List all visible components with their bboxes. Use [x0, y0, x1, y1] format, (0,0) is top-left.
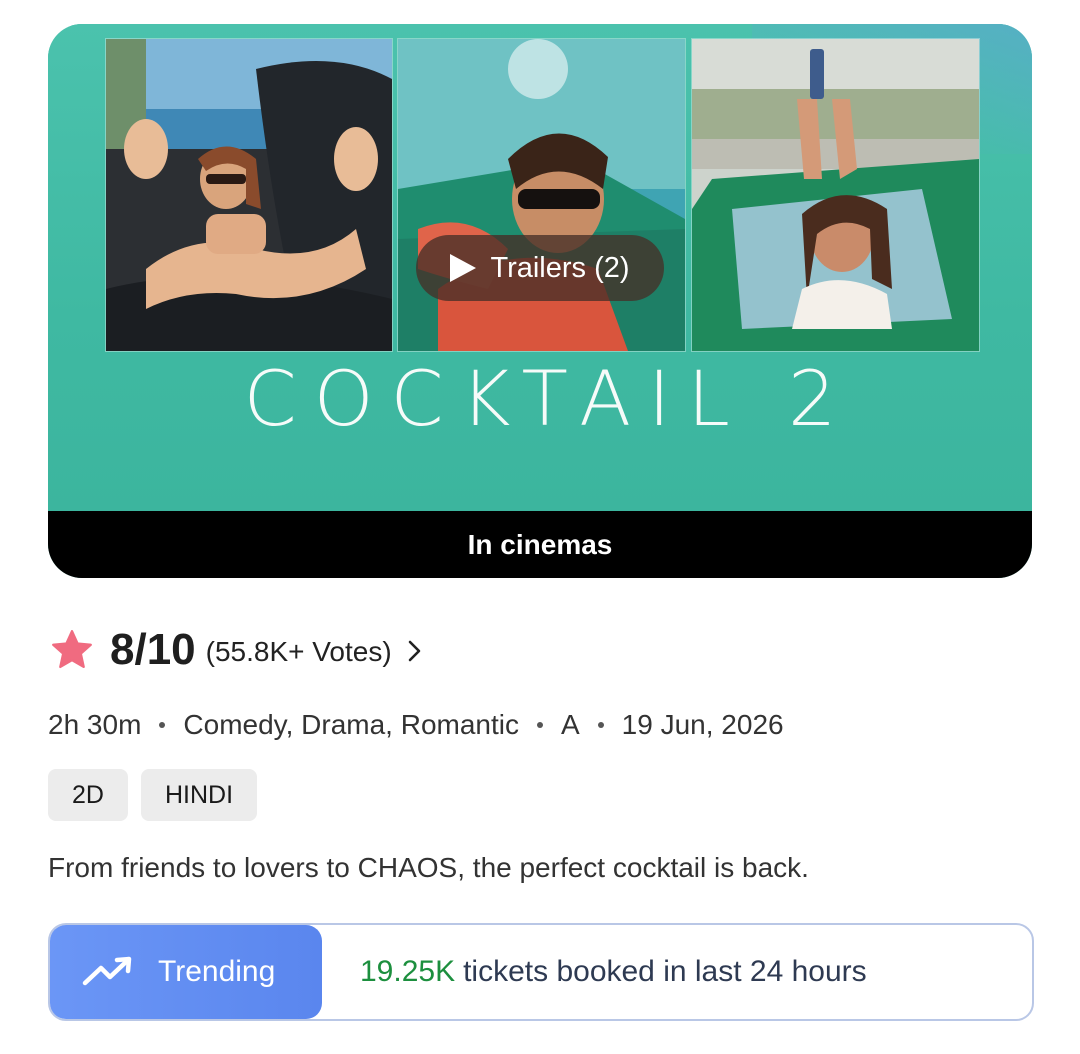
trailers-label: Trailers (2)	[490, 251, 630, 284]
trending-banner: Trending 19.25K tickets booked in last 2…	[48, 923, 1034, 1021]
rating-row[interactable]: 8/10 (55.8K+ Votes)	[48, 622, 424, 678]
star-icon	[52, 630, 92, 669]
trailers-button[interactable]: Trailers (2)	[416, 235, 664, 301]
poster-still-1	[105, 38, 393, 352]
availability-label: In cinemas	[467, 528, 613, 560]
trending-label: Trending	[158, 955, 276, 988]
movie-duration: 2h 30m	[48, 709, 142, 740]
separator-dot	[536, 722, 543, 728]
tickets-booked-count: 19.25K	[360, 955, 456, 988]
format-chip-2d: 2D	[48, 769, 128, 821]
rating-score: 8/10	[110, 625, 196, 674]
play-icon	[450, 254, 477, 282]
chevron-right-icon	[408, 640, 420, 662]
trending-up-icon	[82, 956, 132, 986]
separator-dot	[159, 722, 166, 728]
separator-dot	[597, 722, 604, 728]
poster-still-2	[397, 38, 686, 352]
availability-bar: In cinemas	[48, 511, 1032, 578]
poster-still-3	[691, 38, 980, 352]
movie-certificate: A	[560, 709, 580, 740]
movie-tagline: From friends to lovers to CHAOS, the per…	[48, 852, 809, 883]
release-date: 19 Jun, 2026	[621, 709, 784, 740]
movie-details-page: COCKTAIL 2 Trailers (2) In cinemas 8/10 …	[0, 0, 1080, 1054]
rating-votes: (55.8K+ Votes)	[205, 636, 392, 667]
movie-title-wordmark: COCKTAIL 2	[243, 354, 854, 443]
movie-poster-card[interactable]: COCKTAIL 2 Trailers (2) In cinemas	[48, 24, 1032, 578]
booking-stats: 19.25K tickets booked in last 24 hours	[322, 925, 867, 1019]
format-chips: 2D HINDI	[48, 769, 258, 821]
movie-genres: Comedy, Drama, Romantic	[183, 709, 519, 740]
movie-meta-row: 2h 30m Comedy, Drama, Romantic A 19 Jun,…	[48, 705, 784, 745]
tickets-booked-text: tickets booked in last 24 hours	[463, 955, 867, 988]
trending-badge: Trending	[50, 925, 322, 1019]
language-chip-hindi: HINDI	[140, 769, 258, 821]
poster-artwork: COCKTAIL 2 Trailers (2)	[48, 24, 1032, 511]
